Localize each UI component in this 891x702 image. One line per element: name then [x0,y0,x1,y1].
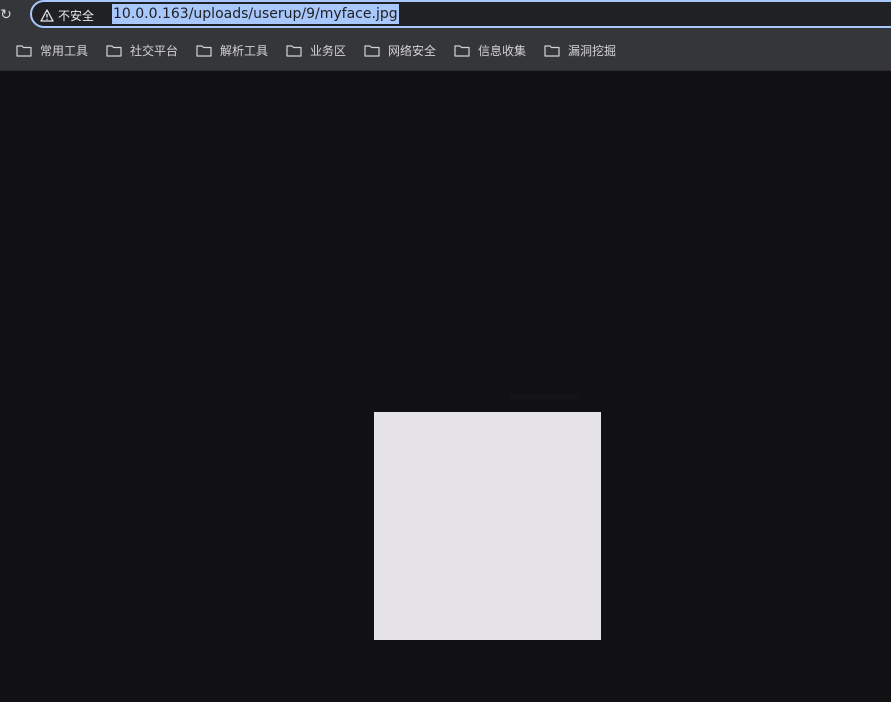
bookmark-label: 业务区 [310,43,347,58]
bookmark-label: 社交平台 [130,43,179,58]
viewed-image[interactable] [374,412,601,640]
folder-icon [196,44,212,57]
folder-icon [454,44,470,57]
bookmark-label: 信息收集 [478,43,527,58]
bookmark-label: 常用工具 [40,43,89,58]
image-viewer [0,71,891,702]
security-indicator[interactable]: 不安全 [40,5,94,25]
security-label: 不安全 [58,8,95,23]
bookmark-folder[interactable]: 解析工具 [196,40,268,60]
bookmarks-bar: 常用工具 社交平台 解析工具 业务区 网络安全 信息收集 漏洞挖掘 [0,30,891,71]
folder-icon [286,44,302,57]
bookmark-folder[interactable]: 业务区 [286,40,346,60]
folder-icon [106,44,122,57]
address-bar[interactable]: 不安全 10.0.0.163/uploads/userup/9/myface.j… [30,0,891,28]
url-text[interactable]: 10.0.0.163/uploads/userup/9/myface.jpg [112,4,399,24]
browser-toolbar: ↻ 不安全 10.0.0.163/uploads/userup/9/myface… [0,0,891,30]
folder-icon [16,44,32,57]
bookmark-folder[interactable]: 网络安全 [364,40,436,60]
bookmark-label: 解析工具 [220,43,269,58]
folder-icon [544,44,560,57]
image-artifact [510,394,580,400]
folder-icon [364,44,380,57]
reload-icon[interactable]: ↻ [0,5,16,25]
bookmark-folder[interactable]: 社交平台 [106,40,178,60]
bookmark-folder[interactable]: 常用工具 [16,40,88,60]
bookmark-folder[interactable]: 信息收集 [454,40,526,60]
warning-icon [40,8,54,22]
bookmark-folder[interactable]: 漏洞挖掘 [544,40,616,60]
bookmark-label: 漏洞挖掘 [568,43,617,58]
bookmark-label: 网络安全 [388,43,437,58]
